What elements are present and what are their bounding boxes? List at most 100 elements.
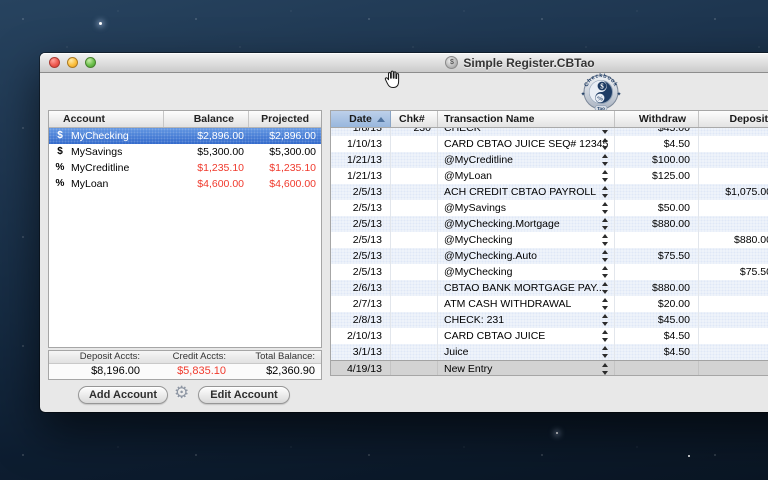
cell-withdraw: $880.00 bbox=[615, 216, 699, 232]
stepper-control[interactable] bbox=[600, 298, 609, 310]
stepper-down-icon[interactable] bbox=[602, 178, 608, 182]
zoom-button[interactable] bbox=[85, 57, 96, 68]
account-row[interactable]: %MyLoan$4,600.00$4,600.00 bbox=[49, 176, 321, 192]
register-row[interactable]: 2/5/13ACH CREDIT CBTAO PAYROLL$1,075.00 bbox=[331, 184, 768, 200]
stepper-down-icon[interactable] bbox=[602, 306, 608, 310]
stepper-up-icon[interactable] bbox=[602, 170, 608, 174]
minimize-button[interactable] bbox=[67, 57, 78, 68]
account-row[interactable]: $MyChecking$2,896.00$2,896.00 bbox=[49, 128, 321, 144]
cell-transaction-name: CARD CBTAO JUICE SEQ# 12345 bbox=[438, 136, 615, 152]
stepper-up-icon[interactable] bbox=[602, 330, 608, 334]
register-row[interactable]: 2/5/13@MyChecking.Mortgage$880.00 bbox=[331, 216, 768, 232]
register-row[interactable]: 2/8/13CHECK: 231$45.00 bbox=[331, 312, 768, 328]
stepper-up-icon[interactable] bbox=[602, 250, 608, 254]
cell-deposit bbox=[699, 280, 768, 296]
stepper-control[interactable] bbox=[600, 314, 609, 326]
title-bar[interactable]: $ Simple Register.CBTao bbox=[40, 53, 768, 73]
stepper-control[interactable] bbox=[600, 266, 609, 278]
cell-chk bbox=[391, 280, 438, 296]
stepper-up-icon[interactable] bbox=[602, 234, 608, 238]
stepper-control[interactable] bbox=[600, 346, 609, 358]
register-row[interactable]: 1/21/13@MyCreditline$100.00 bbox=[331, 152, 768, 168]
stepper-up-icon[interactable] bbox=[602, 138, 608, 142]
column-header-deposit[interactable]: Deposit bbox=[699, 111, 768, 127]
gear-icon[interactable]: ⚙ bbox=[174, 383, 189, 403]
cell-transaction-name: CHECK: 231 bbox=[438, 312, 615, 328]
stepper-up-icon[interactable] bbox=[602, 218, 608, 222]
register-scroll-area[interactable]: 1/8/13230CHECK$45.001/10/13CARD CBTAO JU… bbox=[331, 128, 768, 376]
register-row[interactable]: 2/6/13CBTAO BANK MORTGAGE PAY...$880.00 bbox=[331, 280, 768, 296]
stepper-control[interactable] bbox=[600, 170, 609, 182]
stepper-up-icon[interactable] bbox=[602, 346, 608, 350]
sort-ascending-icon bbox=[377, 117, 385, 122]
stepper-control[interactable] bbox=[600, 186, 609, 198]
column-header-chk[interactable]: Chk# bbox=[391, 111, 438, 127]
register-row[interactable]: 2/5/13@MySavings$50.00 bbox=[331, 200, 768, 216]
cell-withdraw: $4.50 bbox=[615, 344, 699, 360]
account-row[interactable]: $MySavings$5,300.00$5,300.00 bbox=[49, 144, 321, 160]
stepper-down-icon[interactable] bbox=[602, 322, 608, 326]
column-header-date[interactable]: Date bbox=[331, 111, 391, 127]
register-row[interactable]: 1/8/13230CHECK$45.00 bbox=[331, 128, 768, 136]
summary-label: Total Balance: bbox=[232, 351, 321, 363]
register-row[interactable]: 2/10/13CARD CBTAO JUICE$4.50 bbox=[331, 328, 768, 344]
stepper-control[interactable] bbox=[600, 282, 609, 294]
stepper-control[interactable] bbox=[600, 154, 609, 166]
stepper-control[interactable] bbox=[600, 218, 609, 230]
stepper-down-icon[interactable] bbox=[602, 146, 608, 150]
stepper-control[interactable] bbox=[600, 234, 609, 246]
add-account-button[interactable]: Add Account bbox=[78, 386, 168, 404]
close-button[interactable] bbox=[49, 57, 60, 68]
stepper-up-icon[interactable] bbox=[602, 154, 608, 158]
register-row[interactable]: 3/1/13Juice$4.50 bbox=[331, 344, 768, 360]
edit-account-button[interactable]: Edit Account bbox=[198, 386, 290, 404]
register-row[interactable]: 2/5/13@MyChecking$880.00 bbox=[331, 232, 768, 248]
cell-date: 2/5/13 bbox=[331, 216, 391, 232]
column-header-balance[interactable]: Balance bbox=[164, 111, 249, 127]
column-header-account[interactable]: Account bbox=[49, 111, 164, 127]
stepper-down-icon[interactable] bbox=[602, 371, 608, 375]
cell-chk bbox=[391, 232, 438, 248]
stepper-down-icon[interactable] bbox=[602, 162, 608, 166]
cell-date: 2/6/13 bbox=[331, 280, 391, 296]
stepper-down-icon[interactable] bbox=[602, 274, 608, 278]
column-header-withdraw[interactable]: Withdraw bbox=[615, 111, 699, 127]
column-header-projected[interactable]: Projected bbox=[249, 111, 321, 127]
stepper-control[interactable] bbox=[600, 250, 609, 262]
accounts-table: Account Balance Projected $MyChecking$2,… bbox=[48, 110, 322, 348]
register-row[interactable]: 2/5/13@MyChecking.Auto$75.50 bbox=[331, 248, 768, 264]
account-row[interactable]: %MyCreditline$1,235.10$1,235.10 bbox=[49, 160, 321, 176]
stepper-up-icon[interactable] bbox=[602, 282, 608, 286]
register-row[interactable]: 4/19/13New Entry bbox=[331, 360, 768, 376]
stepper-up-icon[interactable] bbox=[602, 202, 608, 206]
stepper-control[interactable] bbox=[600, 202, 609, 214]
stepper-up-icon[interactable] bbox=[602, 186, 608, 190]
stepper-down-icon[interactable] bbox=[602, 290, 608, 294]
stepper-control[interactable] bbox=[600, 128, 609, 134]
stepper-control[interactable] bbox=[600, 363, 609, 375]
stepper-down-icon[interactable] bbox=[602, 242, 608, 246]
svg-text:$: $ bbox=[600, 82, 604, 90]
stepper-down-icon[interactable] bbox=[602, 194, 608, 198]
accounts-summary: Deposit Accts:Credit Accts:Total Balance… bbox=[48, 350, 322, 380]
stepper-down-icon[interactable] bbox=[602, 130, 608, 134]
stepper-down-icon[interactable] bbox=[602, 258, 608, 262]
stepper-up-icon[interactable] bbox=[602, 363, 608, 367]
stepper-down-icon[interactable] bbox=[602, 338, 608, 342]
cell-deposit bbox=[699, 152, 768, 168]
column-header-transaction-name[interactable]: Transaction Name bbox=[438, 111, 615, 127]
stepper-down-icon[interactable] bbox=[602, 354, 608, 358]
stepper-control[interactable] bbox=[600, 138, 609, 150]
stepper-up-icon[interactable] bbox=[602, 298, 608, 302]
stepper-up-icon[interactable] bbox=[602, 266, 608, 270]
stepper-up-icon[interactable] bbox=[602, 314, 608, 318]
stepper-down-icon[interactable] bbox=[602, 210, 608, 214]
register-row[interactable]: 2/7/13ATM CASH WITHDRAWAL$20.00 bbox=[331, 296, 768, 312]
summary-value: $5,835.10 bbox=[146, 364, 232, 379]
stepper-down-icon[interactable] bbox=[602, 226, 608, 230]
register-row[interactable]: 1/10/13CARD CBTAO JUICE SEQ# 12345$4.50 bbox=[331, 136, 768, 152]
register-row[interactable]: 1/21/13@MyLoan$125.00 bbox=[331, 168, 768, 184]
stepper-control[interactable] bbox=[600, 330, 609, 342]
register-row[interactable]: 2/5/13@MyChecking$75.50 bbox=[331, 264, 768, 280]
window-title-area: $ Simple Register.CBTao bbox=[40, 53, 768, 72]
